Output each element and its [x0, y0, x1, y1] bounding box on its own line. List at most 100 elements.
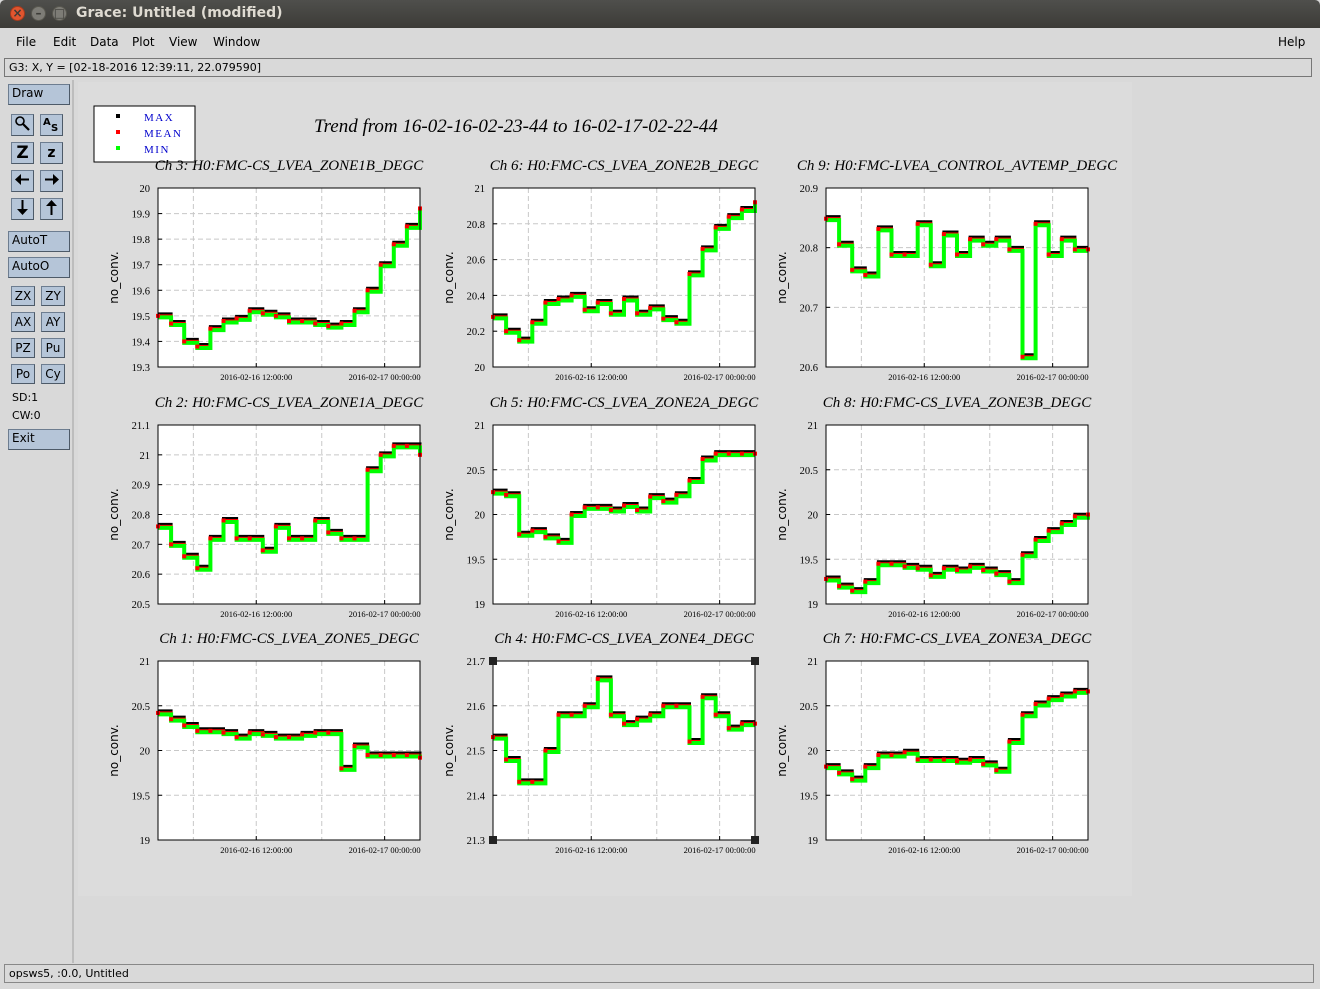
data-point — [661, 499, 666, 504]
zy-button[interactable]: ZY — [41, 286, 65, 306]
menu-help[interactable]: Help — [1278, 35, 1305, 49]
pz-button[interactable]: PZ — [11, 338, 35, 358]
ax-button[interactable]: AX — [11, 312, 35, 332]
scroll-right-button[interactable] — [40, 170, 63, 192]
ay-button[interactable]: AY — [41, 312, 65, 332]
data-point — [941, 566, 946, 571]
window-minimize-button[interactable]: – — [31, 6, 46, 21]
y-tick-label: 19.5 — [800, 555, 818, 566]
data-point — [300, 318, 305, 323]
data-point — [504, 329, 509, 334]
y-tick-label: 20 — [808, 511, 819, 522]
y-tick-label: 21.3 — [467, 836, 485, 847]
data-point — [247, 308, 252, 313]
data-point — [739, 207, 744, 212]
data-point — [365, 752, 370, 757]
y-tick-label: 20.5 — [800, 466, 818, 477]
data-point — [955, 252, 959, 257]
stack-depth-label: SD:1 — [12, 391, 39, 404]
menu-file[interactable]: File — [16, 35, 36, 49]
x-tick-label: 2016-02-17 00:00:00 — [1017, 372, 1089, 382]
draw-button[interactable]: Draw — [8, 84, 70, 105]
data-point — [530, 528, 535, 533]
window-maximize-button[interactable]: □ — [52, 6, 67, 21]
y-tick-label: 19.3 — [132, 363, 150, 374]
data-point — [726, 451, 731, 456]
menu-edit[interactable]: Edit — [53, 35, 76, 49]
magnifier-button[interactable] — [11, 114, 34, 136]
pu-button[interactable]: Pu — [41, 338, 65, 358]
y-tick-label: 20.9 — [800, 184, 818, 195]
plot-canvas[interactable]: Trend from 16-02-16-02-23-44 to 16-02-17… — [76, 82, 1312, 962]
legend-marker — [116, 114, 120, 118]
y-tick-label: 21.4 — [467, 791, 486, 802]
data-point — [530, 779, 535, 784]
autoo-button[interactable]: AutoO — [8, 257, 70, 278]
menu-plot[interactable]: Plot — [132, 35, 155, 49]
po-button[interactable]: Po — [11, 364, 35, 384]
scroll-left-button[interactable] — [11, 170, 34, 192]
magnifier-icon — [15, 116, 30, 131]
legend-label: MIN — [144, 144, 170, 156]
arrow-up-icon — [46, 200, 57, 215]
x-tick-label: 2016-02-16 12:00:00 — [555, 845, 627, 855]
data-point — [352, 744, 357, 749]
data-point — [378, 262, 383, 267]
data-point — [648, 494, 653, 499]
window-titlebar: × – □ Grace: Untitled (modified) — [0, 0, 1320, 28]
y-tick-label: 19.9 — [132, 210, 150, 221]
data-point — [608, 712, 613, 717]
scroll-down-button[interactable] — [11, 198, 34, 220]
maximize-icon: □ — [53, 6, 66, 20]
cy-button[interactable]: Cy — [41, 364, 65, 384]
data-point — [994, 571, 999, 576]
selection-handle[interactable] — [751, 657, 759, 665]
data-point — [404, 443, 409, 448]
window-close-button[interactable]: × — [10, 6, 25, 21]
data-point — [1059, 521, 1064, 526]
minimize-icon: – — [35, 6, 42, 20]
data-point — [543, 300, 548, 305]
chart-title: Ch 2: H0:FMC-CS_LVEA_ZONE1A_DEGC — [155, 395, 425, 411]
zoom-in-button[interactable]: Z — [11, 142, 34, 164]
menu-view[interactable]: View — [169, 35, 197, 49]
data-point — [674, 320, 679, 325]
autot-button[interactable]: AutoT — [8, 231, 70, 252]
scroll-up-button[interactable] — [40, 198, 63, 220]
y-tick-label: 20.8 — [132, 511, 150, 522]
data-point — [169, 717, 174, 722]
menu-window[interactable]: Window — [213, 35, 260, 49]
data-point — [247, 730, 252, 735]
zoom-out-button[interactable]: z — [40, 142, 63, 164]
selection-handle[interactable] — [489, 836, 497, 844]
data-point — [556, 296, 561, 301]
data-point — [739, 721, 744, 726]
data-point — [981, 567, 986, 572]
data-point — [543, 534, 548, 539]
y-tick-label: 19 — [475, 600, 486, 611]
selection-handle[interactable] — [751, 836, 759, 844]
chart-panel-3[interactable]: 20.9 20.8 20.7 20.6 2016-02-16 12:00:00 2016-… — [775, 158, 1118, 382]
data-point — [981, 761, 986, 766]
data-point — [955, 567, 959, 572]
menu-data[interactable]: Data — [90, 35, 119, 49]
y-tick-label: 20.8 — [467, 220, 485, 231]
data-point — [378, 752, 383, 757]
exit-button[interactable]: Exit — [8, 429, 70, 450]
data-point — [687, 271, 692, 276]
data-point — [863, 764, 868, 769]
data-point — [530, 320, 535, 325]
data-point — [339, 766, 344, 771]
data-point — [234, 735, 239, 740]
y-tick-label: 19.5 — [132, 791, 150, 802]
y-tick-label: 19.5 — [132, 312, 150, 323]
data-point — [339, 321, 344, 326]
data-point — [994, 768, 999, 773]
zx-button[interactable]: ZX — [11, 286, 35, 306]
data-point — [313, 730, 318, 735]
selection-handle[interactable] — [489, 657, 497, 665]
y-tick-label: 21 — [475, 421, 486, 432]
data-point — [404, 224, 409, 229]
data-point — [726, 214, 731, 219]
autoscale-text-button[interactable]: AS — [40, 114, 63, 136]
